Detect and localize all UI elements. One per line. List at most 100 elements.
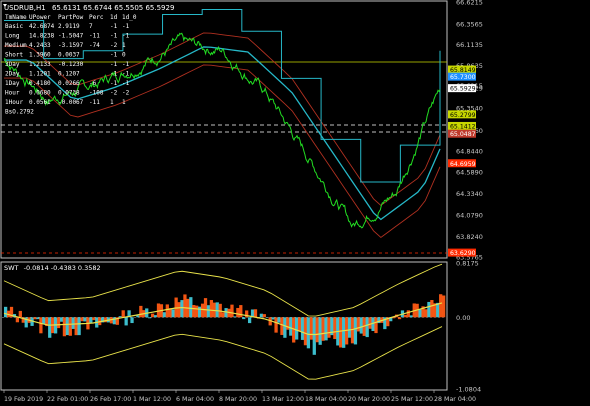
stats-cell: 2Day [5,71,20,78]
oscillator-tick-label: -1.0804 [456,386,481,394]
oscillator-bar [247,317,252,324]
oscillator-bar [359,317,363,334]
oscillator-bar [262,314,266,318]
stats-cell: 3Day [5,61,20,68]
oscillator-bar [230,304,234,318]
stats-cell: 2.9119 [58,23,80,30]
stats-column-header: Perc [89,14,104,21]
ohlc-values: 65.6131 65.6744 65.5505 65.5929 [52,4,174,12]
oscillator-bar [192,305,196,318]
oscillator-bar [121,310,125,318]
oscillator-bar [274,317,278,333]
oscillator-bar [427,301,431,318]
oscillator-bar [62,317,67,337]
oscillator-bar [397,317,402,320]
oscillator-bar [215,302,219,318]
stats-cell: -1 [122,80,130,87]
oscillator-bar [136,315,140,318]
oscillator-title: SWT [4,264,19,272]
oscillator-bar [312,317,316,355]
oscillator-header: SWT -0.0814 -0.4383 0.3582 [4,264,101,272]
stats-cell: 0.0037 [58,52,80,59]
oscillator-bar [92,317,96,321]
oscillator-bar [183,294,187,318]
oscillator-bar [418,309,422,318]
oscillator-bar [315,317,319,343]
oscillator-bar [65,317,69,336]
stats-cell: 0.0738 [58,90,80,97]
oscillator-bar [4,306,8,318]
stats-cell: Long [5,33,20,40]
oscillator-bar [203,298,208,318]
oscillator-bar [242,317,246,320]
oscillator-bar [239,305,243,318]
oscillator-bar [309,317,313,340]
stats-cell: -1.5047 [58,33,84,40]
oscillator-bar [77,317,81,336]
stats-cell: -1 [110,23,118,30]
oscillator-bar [15,317,20,323]
oscillator-tick-label: 0.00 [456,314,470,322]
chart-header: USDRUB,H1 65.6131 65.6744 65.5505 65.592… [4,4,174,12]
oscillator-bar [148,317,152,319]
stats-cell: -1 [122,71,130,78]
stats-cell: 0.4180 [29,80,51,87]
oscillator-bar [347,317,352,338]
stats-cell: 1.2133 [29,61,51,68]
oscillator-bar [368,317,372,329]
oscillator-bar [350,317,355,344]
oscillator-bar [333,317,337,340]
stats-cell: -1 [110,52,118,59]
oscillator-bar [303,317,308,346]
oscillator-bar [439,294,443,318]
oscillator-bar [297,317,302,332]
oscillator-bar [180,300,184,318]
time-tick-label: 8 Mar 20:00 [219,396,257,403]
oscillator-bar [424,309,428,318]
stats-cell: 42.6874 [29,23,55,30]
stats-cell: -0.0067 [58,99,84,106]
stats-cell: -11 [89,99,100,106]
stats-cell: -2 [110,42,118,49]
stats-cell: 4.2433 [29,42,51,49]
stats-column-header: PartPow [58,14,84,21]
oscillator-bar [209,300,214,318]
time-axis: 19 Feb 2019 22 Feb 01:00 26 Feb 17:00 1 Mar… [3,390,476,403]
stats-cell: -1 [110,80,118,87]
oscillator-bar [39,317,43,334]
oscillator-bar [430,300,434,318]
oscillator-bar [233,316,237,318]
stats-cell: -6 [89,80,97,87]
oscillator-bar [259,313,264,318]
chart-canvas[interactable]: 66.621566.356566.113565.863565.621565.59… [0,0,590,406]
stats-cell: 0.0680 [29,90,51,97]
stats-column-header: UPower [29,14,51,21]
stats-cell: -1 [122,61,130,68]
time-tick-label: 19 Feb 2019 [4,396,43,403]
price-axis: 66.621566.356566.113565.863565.621565.59… [448,0,483,262]
oscillator-bar [177,302,181,318]
stats-cell: Basic [5,23,23,30]
price-tick-label: 64.3340 [456,190,483,198]
oscillator-bar [295,317,299,340]
oscillator-bar [71,317,75,329]
oscillator-bar [48,317,52,338]
stats-cell: 0.0561 [29,99,51,106]
oscillator-bar [68,317,72,336]
price-marker-label: 65.0487 [450,131,476,138]
stats-cell: 1.1201 [29,71,51,78]
oscillator-bar [324,317,328,341]
oscillator-bar [271,317,275,320]
oscillator-bar [306,317,311,349]
oscillator-tick-label: 0.8175 [456,260,479,268]
price-tick-label: 66.3565 [456,21,483,29]
stats-cell: 1Hour [5,99,23,106]
oscillator-bar [36,317,40,320]
stats-cell: Short [5,52,23,59]
stats-cell: 0 [122,52,126,59]
stats-cell: -1 [110,71,118,78]
price-marker-label: 65.5929 [450,86,476,93]
oscillator-bar [195,305,199,318]
stats-cell: 1.3960 [29,52,51,59]
oscillator-bar [153,315,158,318]
